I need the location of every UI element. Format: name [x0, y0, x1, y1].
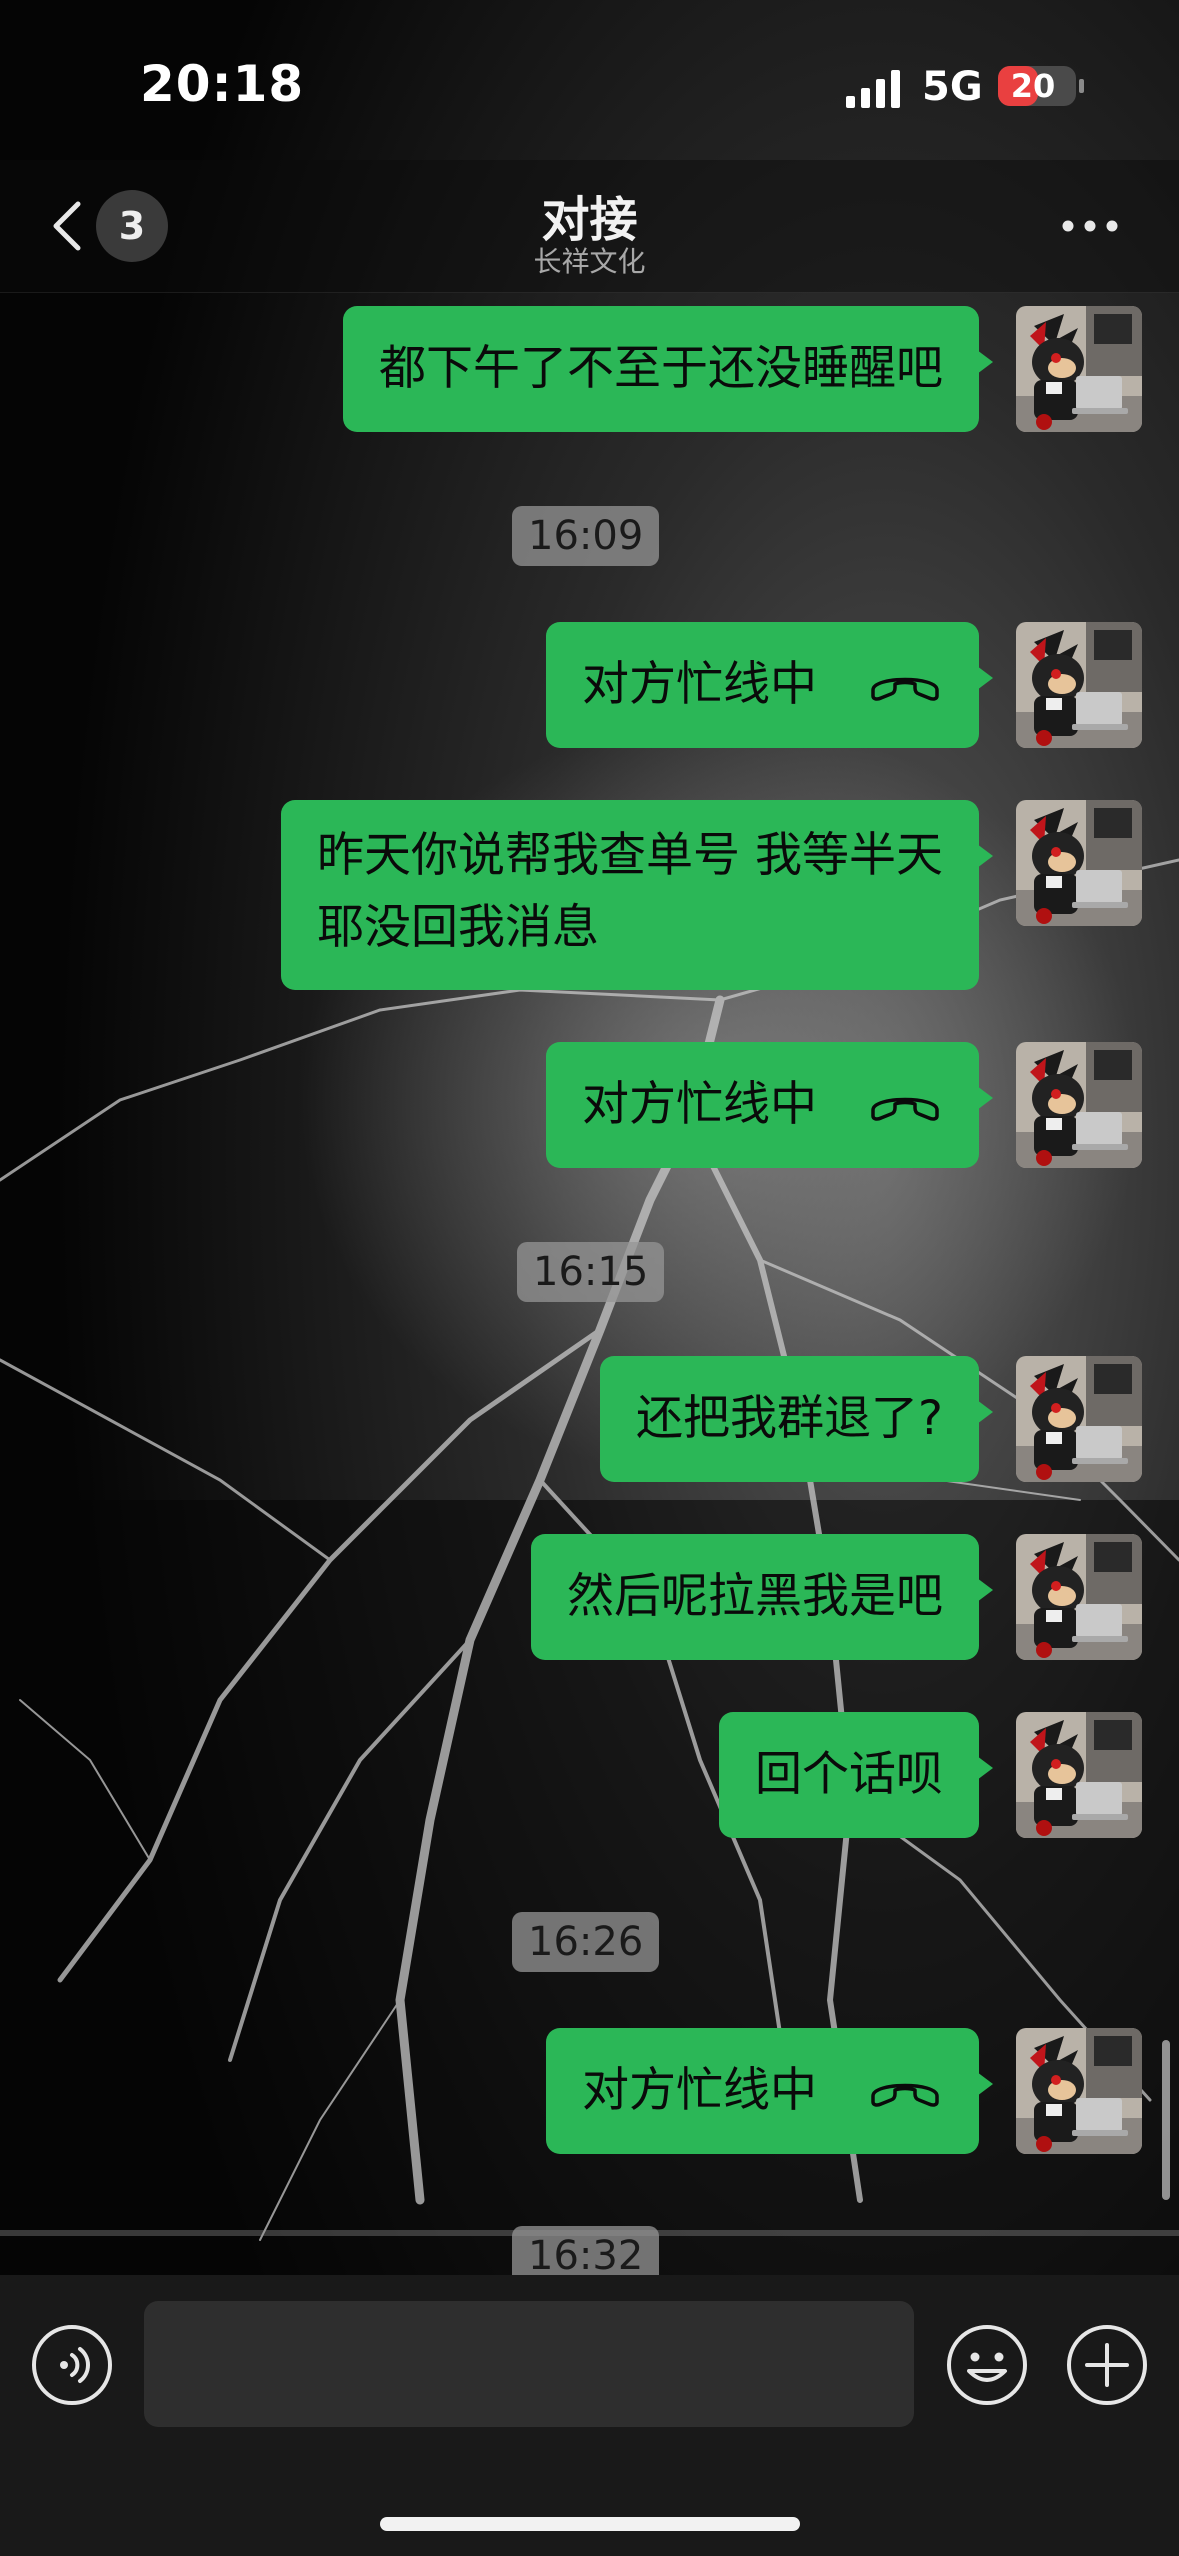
- status-bar: 20:18 5G 20: [0, 0, 1179, 160]
- call-status-bubble[interactable]: 对方忙线中: [546, 622, 993, 748]
- timestamp: 16:09: [512, 506, 660, 566]
- ellipsis-icon[interactable]: [1060, 216, 1120, 236]
- call-status-text: 对方忙线中: [582, 2063, 817, 2118]
- voice-icon[interactable]: [30, 2323, 114, 2407]
- call-status-text: 对方忙线中: [582, 1077, 817, 1132]
- avatar[interactable]: [1016, 306, 1142, 432]
- input-bar: [0, 2275, 1179, 2556]
- message-bubble[interactable]: 回个话呗: [719, 1712, 993, 1838]
- scroll-indicator[interactable]: [1162, 2040, 1170, 2200]
- call-status-text: 对方忙线中: [582, 657, 817, 712]
- home-indicator[interactable]: [380, 2517, 800, 2531]
- network-type: 5G: [922, 64, 983, 110]
- avatar[interactable]: [1016, 2028, 1142, 2154]
- avatar[interactable]: [1016, 1042, 1142, 1168]
- plus-icon[interactable]: [1065, 2323, 1149, 2407]
- message-bubble[interactable]: 都下午了不至于还没睡醒吧: [343, 306, 993, 432]
- battery-level-text: 20: [1010, 67, 1056, 105]
- avatar[interactable]: [1016, 800, 1142, 926]
- call-status-bubble[interactable]: 对方忙线中: [546, 1042, 993, 1168]
- message-text-line2: 耶没回我消息: [317, 900, 600, 955]
- avatar[interactable]: [1016, 1712, 1142, 1838]
- avatar[interactable]: [1016, 1534, 1142, 1660]
- battery-indicator: 20: [998, 66, 1084, 106]
- call-status-bubble[interactable]: 对方忙线中: [546, 2028, 993, 2154]
- phone-hangup-icon: [871, 1097, 939, 1121]
- avatar[interactable]: [1016, 622, 1142, 748]
- timestamp: 16:26: [512, 1912, 660, 1972]
- message-bubble[interactable]: 然后呢拉黑我是吧: [531, 1534, 993, 1660]
- emoji-icon[interactable]: [945, 2323, 1029, 2407]
- message-text: 还把我群退了?: [636, 1391, 943, 1446]
- avatar[interactable]: [1016, 1356, 1142, 1482]
- message-text: 然后呢拉黑我是吧: [567, 1569, 943, 1624]
- message-bubble[interactable]: 还把我群退了?: [600, 1356, 993, 1482]
- message-text: 回个话呗: [755, 1747, 943, 1802]
- phone-hangup-icon: [871, 2083, 939, 2107]
- message-text: 都下午了不至于还没睡醒吧: [379, 341, 943, 396]
- message-text: 昨天你说帮我查单号 我等半天: [317, 828, 943, 883]
- message-input[interactable]: [144, 2301, 914, 2427]
- phone-hangup-icon: [871, 677, 939, 701]
- chat-subtitle: 长祥文化: [533, 245, 646, 278]
- message-bubble[interactable]: 昨天你说帮我查单号 我等半天 耶没回我消息: [281, 800, 993, 990]
- chat-header: 3 对接 长祥文化: [0, 160, 1179, 293]
- timestamp: 16:15: [517, 1242, 665, 1302]
- status-time: 20:18: [140, 55, 305, 113]
- signal-icon: [846, 70, 900, 108]
